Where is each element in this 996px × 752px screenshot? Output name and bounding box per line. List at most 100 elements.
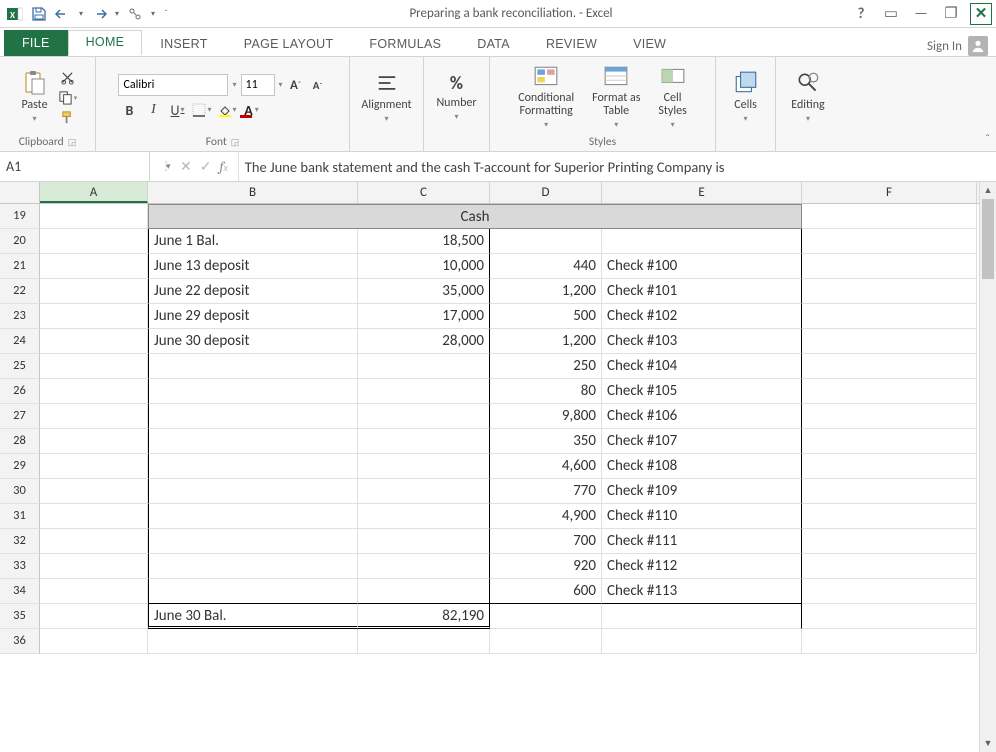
cell[interactable] [148, 554, 358, 579]
row-header[interactable]: 19 [0, 204, 40, 229]
select-all-corner[interactable] [0, 182, 40, 203]
scroll-thumb[interactable] [982, 199, 994, 279]
cell[interactable] [802, 554, 977, 579]
cell[interactable] [802, 404, 977, 429]
row-header[interactable]: 36 [0, 629, 40, 654]
cell[interactable]: Check #108 [602, 454, 802, 479]
cell[interactable] [358, 354, 490, 379]
cell[interactable] [802, 254, 977, 279]
cell[interactable]: 500 [490, 304, 602, 329]
increase-font-icon[interactable]: Aˆ [287, 74, 305, 96]
tab-review[interactable]: REVIEW [528, 32, 615, 56]
row-header[interactable]: 33 [0, 554, 40, 579]
cell[interactable] [40, 404, 148, 429]
cell[interactable]: 9,800 [490, 404, 602, 429]
copy-icon[interactable]: ▾ [58, 88, 78, 106]
cell[interactable] [148, 629, 358, 654]
cell[interactable] [40, 254, 148, 279]
col-header-A[interactable]: A [40, 182, 148, 203]
cell-styles-button[interactable]: Cell Styles▾ [654, 62, 690, 132]
row-header[interactable]: 32 [0, 529, 40, 554]
cell[interactable] [490, 629, 602, 654]
cell[interactable] [802, 604, 977, 629]
cell[interactable] [358, 504, 490, 529]
minimize-icon[interactable]: — [910, 3, 932, 25]
name-box[interactable]: ▾ [0, 152, 150, 181]
cell[interactable] [602, 629, 802, 654]
enter-formula-icon[interactable]: ✓ [200, 158, 212, 175]
cell[interactable] [40, 579, 148, 604]
help-icon[interactable]: ? [850, 3, 872, 25]
col-header-F[interactable]: F [802, 182, 977, 203]
cell[interactable] [802, 329, 977, 354]
insert-function-icon[interactable]: fx [219, 158, 227, 175]
cell[interactable] [490, 604, 602, 629]
cell[interactable] [602, 229, 802, 254]
cell[interactable] [802, 479, 977, 504]
row-header[interactable]: 34 [0, 579, 40, 604]
cell[interactable]: 17,000 [358, 304, 490, 329]
cell[interactable] [40, 204, 148, 229]
cell[interactable] [148, 579, 358, 604]
cell[interactable] [148, 454, 358, 479]
bold-button[interactable]: B [120, 100, 138, 120]
cells-button[interactable]: Cells ▾ [729, 68, 763, 126]
touch-mode-icon[interactable] [124, 3, 146, 25]
cell[interactable]: 700 [490, 529, 602, 554]
cell[interactable] [802, 454, 977, 479]
row-header[interactable]: 29 [0, 454, 40, 479]
close-icon[interactable]: ✕ [970, 3, 992, 25]
cell[interactable]: 770 [490, 479, 602, 504]
font-color-button[interactable]: A▾ [243, 100, 261, 120]
col-header-C[interactable]: C [358, 182, 490, 203]
tab-page-layout[interactable]: PAGE LAYOUT [226, 32, 352, 56]
cell[interactable]: Check #109 [602, 479, 802, 504]
cell[interactable] [802, 579, 977, 604]
cell[interactable] [40, 229, 148, 254]
cell[interactable] [40, 479, 148, 504]
cell[interactable]: June 13 deposit [148, 254, 358, 279]
decrease-font-icon[interactable]: Aˇ [309, 74, 327, 96]
cell[interactable] [40, 504, 148, 529]
cell[interactable] [40, 629, 148, 654]
font-name-input[interactable] [118, 74, 228, 96]
cell[interactable] [802, 379, 977, 404]
cell[interactable]: 250 [490, 354, 602, 379]
cell[interactable] [358, 429, 490, 454]
row-header[interactable]: 28 [0, 429, 40, 454]
cell[interactable] [802, 429, 977, 454]
qat-customize-icon[interactable]: ⁼ [160, 3, 172, 25]
cell[interactable] [40, 604, 148, 629]
cell[interactable] [358, 404, 490, 429]
cell[interactable]: June 1 Bal. [148, 229, 358, 254]
clipboard-launcher-icon[interactable]: ◲ [68, 137, 77, 148]
cell[interactable] [490, 229, 602, 254]
cell[interactable] [40, 379, 148, 404]
paste-button[interactable]: Paste ▾ [17, 68, 51, 126]
col-header-D[interactable]: D [490, 182, 602, 203]
cell[interactable] [40, 304, 148, 329]
cell[interactable] [40, 454, 148, 479]
formula-input[interactable]: The June bank statement and the cash T-a… [238, 152, 996, 181]
formula-handle-icon[interactable]: ⋮ [160, 159, 172, 174]
row-header[interactable]: 25 [0, 354, 40, 379]
row-header[interactable]: 27 [0, 404, 40, 429]
cell[interactable] [802, 279, 977, 304]
cell[interactable]: Check #110 [602, 504, 802, 529]
scroll-down-icon[interactable]: ▼ [980, 735, 996, 752]
cell[interactable] [40, 554, 148, 579]
col-header-B[interactable]: B [148, 182, 358, 203]
name-box-input[interactable] [6, 158, 166, 175]
cell[interactable]: June 30 Bal. [148, 604, 358, 629]
cell[interactable] [358, 454, 490, 479]
tab-insert[interactable]: INSERT [142, 32, 225, 56]
undo-dropdown-icon[interactable]: ▾ [76, 3, 86, 25]
cell[interactable]: 35,000 [358, 279, 490, 304]
row-header[interactable]: 26 [0, 379, 40, 404]
cell[interactable]: 600 [490, 579, 602, 604]
cell[interactable]: 80 [490, 379, 602, 404]
format-as-table-button[interactable]: Format as Table▾ [588, 62, 644, 132]
cell[interactable]: Check #103 [602, 329, 802, 354]
t-account-header[interactable]: Cash [148, 204, 802, 229]
cell[interactable] [358, 579, 490, 604]
